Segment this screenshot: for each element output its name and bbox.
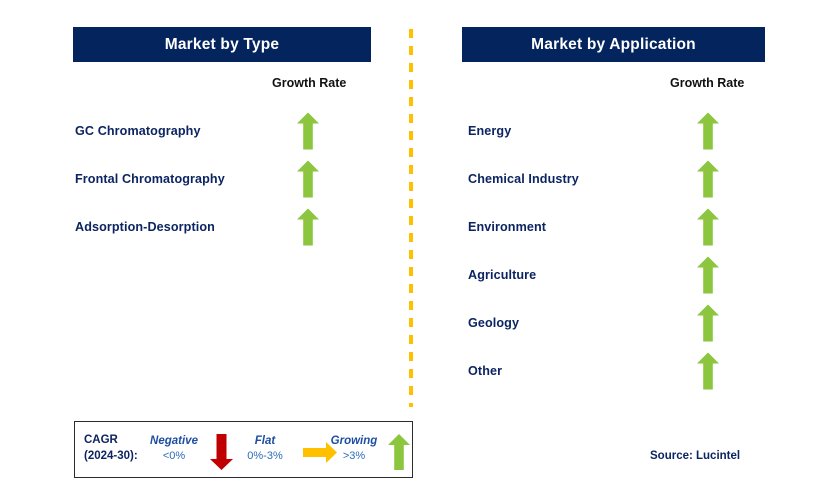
- list-item-label: Chemical Industry: [468, 172, 579, 186]
- list-item[interactable]: Adsorption-Desorption: [0, 203, 410, 251]
- legend-entry-flat: Flat 0%-3%: [229, 434, 301, 464]
- legend-cagr-line1: CAGR: [84, 434, 118, 446]
- arrow-up-icon: [697, 160, 719, 198]
- list-item[interactable]: GC Chromatography: [0, 107, 410, 155]
- legend-cagr-label: CAGR (2024-30):: [84, 432, 138, 464]
- list-item-label: Frontal Chromatography: [75, 172, 225, 186]
- legend-entry-value: >3%: [342, 450, 366, 462]
- source-attribution: Source: Lucintel: [650, 450, 741, 462]
- list-item-label: Geology: [468, 316, 520, 330]
- list-item[interactable]: Geology: [411, 299, 821, 347]
- list-item-label: Agriculture: [468, 268, 537, 282]
- type-item-list: GC Chromatography Frontal Chromatography…: [0, 107, 410, 251]
- arrow-up-icon: [697, 208, 719, 246]
- arrow-up-icon: [697, 112, 719, 150]
- arrow-up-icon: [297, 112, 319, 150]
- arrow-up-icon: [697, 304, 719, 342]
- legend-entry-title: Flat: [254, 435, 276, 447]
- application-item-list: Energy Chemical Industry Environment Agr…: [411, 107, 821, 395]
- arrow-up-icon: [297, 160, 319, 198]
- arrow-up-icon: [388, 434, 410, 470]
- list-item-label: Adsorption-Desorption: [75, 220, 215, 234]
- list-item-label: Other: [468, 364, 503, 378]
- legend-cagr-line2: (2024-30):: [84, 450, 138, 462]
- legend-entry-negative: Negative <0%: [137, 434, 211, 464]
- list-item[interactable]: Energy: [411, 107, 821, 155]
- arrow-up-icon: [297, 208, 319, 246]
- legend-entry-title: Negative: [150, 435, 198, 447]
- arrow-up-icon: [697, 256, 719, 294]
- legend-entry-value: <0%: [162, 450, 186, 462]
- arrow-up-icon: [697, 352, 719, 390]
- list-item[interactable]: Frontal Chromatography: [0, 155, 410, 203]
- list-item[interactable]: Agriculture: [411, 251, 821, 299]
- list-item[interactable]: Environment: [411, 203, 821, 251]
- panel-title-market-by-type: Market by Type: [73, 27, 371, 62]
- panel-market-by-application: Market by Application Growth Rate Energy…: [411, 0, 821, 500]
- list-item[interactable]: Other: [411, 347, 821, 395]
- legend-entry-title: Growing: [330, 435, 378, 447]
- column-header-growth-rate: Growth Rate: [670, 76, 745, 90]
- legend-entry-value: 0%-3%: [247, 450, 283, 462]
- list-item[interactable]: Chemical Industry: [411, 155, 821, 203]
- cagr-legend: CAGR (2024-30): Negative <0% Flat 0%-3% …: [74, 421, 413, 478]
- list-item-label: Energy: [468, 124, 512, 138]
- list-item-label: Environment: [468, 220, 547, 234]
- panel-title-market-by-application: Market by Application: [462, 27, 765, 62]
- list-item-label: GC Chromatography: [75, 124, 201, 138]
- legend-entry-growing: Growing >3%: [315, 434, 393, 464]
- column-header-growth-rate: Growth Rate: [272, 76, 347, 90]
